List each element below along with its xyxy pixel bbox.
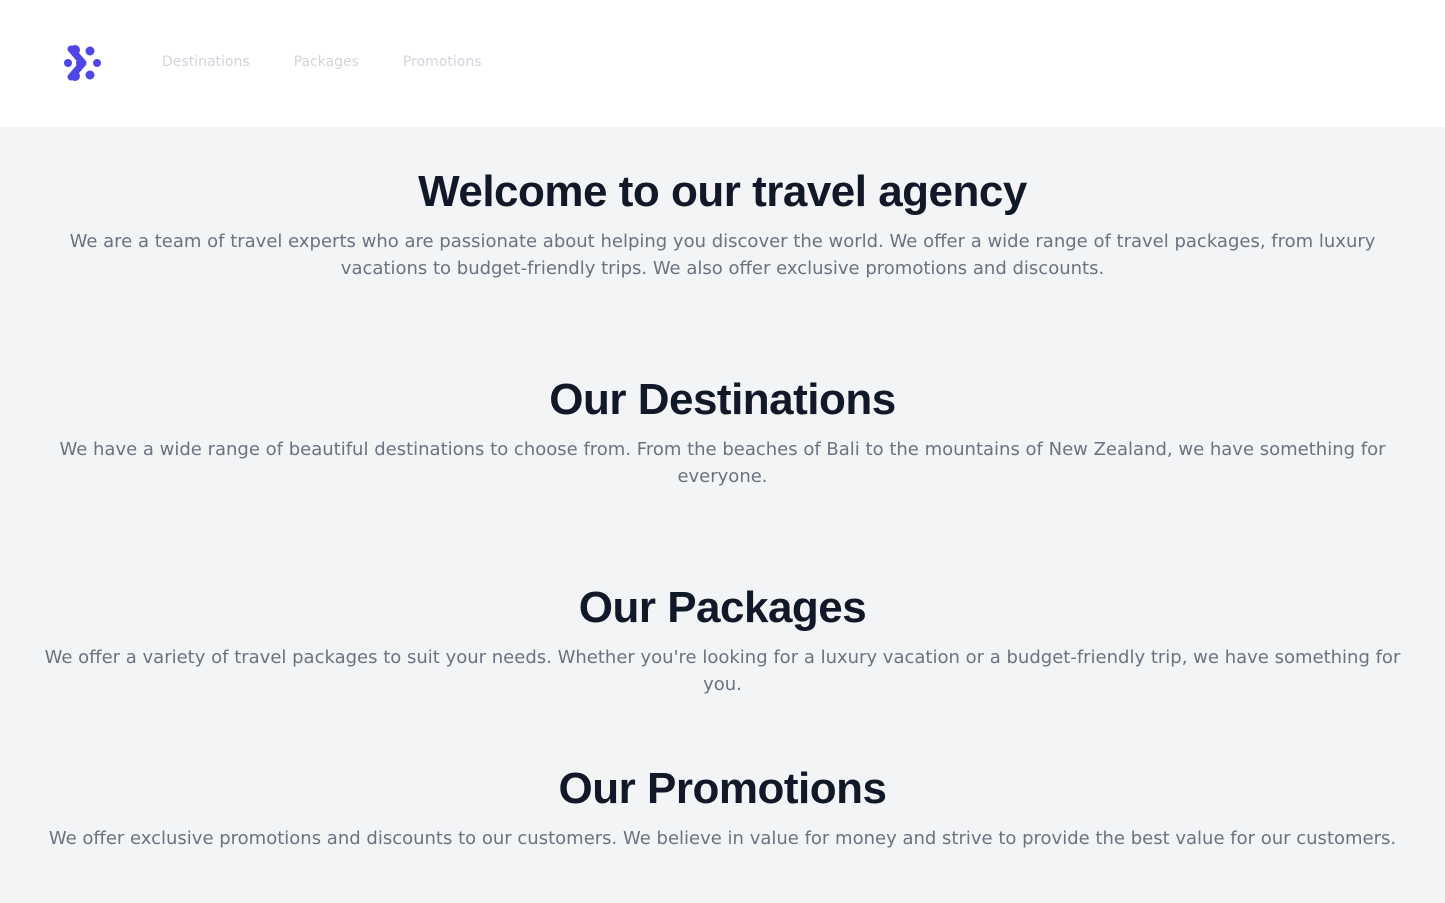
main-nav: Destinations Packages Promotions	[162, 52, 526, 72]
nav-link-destinations[interactable]: Destinations	[162, 52, 250, 72]
logo-dots-icon	[64, 45, 101, 81]
hero-section: Welcome to our travel agency We are a te…	[0, 168, 1445, 282]
promotions-section: Our Promotions We offer exclusive promot…	[0, 765, 1445, 852]
promotions-text: We offer exclusive promotions and discou…	[48, 828, 1397, 849]
nav-link-promotions[interactable]: Promotions	[403, 52, 482, 72]
packages-text: We offer a variety of travel packages to…	[44, 647, 1401, 695]
top-navbar: Destinations Packages Promotions	[0, 0, 1445, 127]
hero-title: Welcome to our travel agency	[418, 167, 1027, 216]
destinations-section: Our Destinations We have a wide range of…	[0, 376, 1445, 490]
destinations-title: Our Destinations	[549, 375, 896, 424]
destinations-text: We have a wide range of beautiful destin…	[59, 439, 1386, 487]
packages-title: Our Packages	[578, 583, 867, 632]
promotions-title: Our Promotions	[558, 764, 887, 813]
nav-link-packages[interactable]: Packages	[294, 52, 359, 72]
hero-text: We are a team of travel experts who are …	[69, 231, 1376, 279]
packages-section: Our Packages We offer a variety of trave…	[0, 584, 1445, 698]
brand-logo-icon[interactable]	[63, 45, 103, 81]
